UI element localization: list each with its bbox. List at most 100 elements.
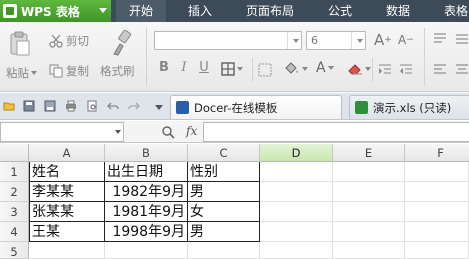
redo-icon[interactable] (128, 100, 140, 112)
bold-button[interactable]: B (158, 60, 170, 76)
cell-b3[interactable]: 1981年9月 (105, 202, 188, 222)
cell-a5[interactable] (29, 242, 105, 259)
insert-function-button[interactable]: fx (186, 124, 197, 138)
column-header-f[interactable]: F (405, 144, 469, 162)
cell-e2[interactable] (333, 182, 405, 202)
cell-b1[interactable]: 出生日期 (105, 162, 188, 182)
cell-c2[interactable]: 男 (188, 182, 260, 202)
outdent-icon[interactable] (399, 63, 413, 77)
merge-cells-icon[interactable] (258, 63, 272, 77)
align-middle-icon[interactable] (455, 32, 469, 46)
save-icon[interactable] (23, 100, 35, 112)
copy-button[interactable]: 复制 (49, 63, 89, 79)
doc-tab-label: 演示.xls (只读) (373, 100, 452, 115)
align-top-icon[interactable] (433, 32, 447, 46)
spreadsheet-icon (355, 101, 368, 114)
tab-insert[interactable]: 插入 (178, 0, 222, 22)
cell-b5[interactable] (105, 242, 188, 259)
italic-button[interactable]: I (178, 60, 190, 76)
font-name-dropdown[interactable] (287, 32, 301, 49)
cell-c5[interactable] (188, 242, 260, 259)
font-size-dropdown[interactable] (351, 32, 365, 49)
cell-c3[interactable]: 女 (188, 202, 260, 222)
indent-icon[interactable] (378, 63, 392, 77)
paste-button[interactable]: 粘贴 (6, 65, 37, 81)
font-color-button[interactable]: A (316, 60, 334, 76)
cell-d1[interactable] (260, 162, 333, 182)
align-left-icon[interactable] (433, 63, 447, 77)
paste-icon[interactable] (9, 31, 31, 57)
doc-tab-xls[interactable]: 演示.xls (只读) (349, 95, 469, 119)
cell-e4[interactable] (333, 222, 405, 242)
cell-d4[interactable] (260, 222, 333, 242)
cell-f3[interactable] (405, 202, 469, 222)
borders-button[interactable] (221, 62, 243, 76)
cell-d5[interactable] (260, 242, 333, 259)
cell-a2[interactable]: 李某某 (29, 182, 105, 202)
cell-e5[interactable] (333, 242, 405, 259)
cell-e1[interactable] (333, 162, 405, 182)
clear-format-button[interactable] (347, 62, 371, 76)
column-header-a[interactable]: A (29, 144, 105, 162)
format-painter-button[interactable]: 格式刷 (100, 63, 135, 79)
cut-label: 剪切 (66, 34, 89, 48)
tab-page-layout[interactable]: 页面布局 (237, 0, 303, 22)
cell-f2[interactable] (405, 182, 469, 202)
fill-color-button[interactable] (284, 62, 308, 76)
eraser-icon (348, 64, 362, 75)
formula-input[interactable] (203, 122, 469, 142)
menu-bar: WPS 表格 开始 插入 页面布局 公式 数据 表格 (0, 0, 469, 22)
undo-icon[interactable] (107, 100, 119, 112)
zoom-function-icon[interactable] (161, 125, 175, 139)
tab-data[interactable]: 数据 (376, 0, 420, 22)
cell-b2[interactable]: 1982年9月 (105, 182, 188, 202)
tab-formulas[interactable]: 公式 (318, 0, 362, 22)
app-menu-button[interactable]: WPS 表格 (0, 0, 111, 22)
increase-font-button[interactable]: A + (374, 31, 392, 49)
column-header-b[interactable]: B (105, 144, 188, 162)
save-as-icon[interactable] (44, 100, 56, 112)
cell-f1[interactable] (405, 162, 469, 182)
row-header-1[interactable]: 1 (0, 162, 29, 182)
column-header-e[interactable]: E (333, 144, 405, 162)
cell-d3[interactable] (260, 202, 333, 222)
doc-tab-docer[interactable]: Docer-在线模板 (170, 95, 342, 119)
formula-bar: fx (0, 121, 469, 143)
row-header-5[interactable]: 5 (0, 242, 29, 259)
row-header-2[interactable]: 2 (0, 182, 29, 202)
chevron-down-icon (99, 8, 107, 13)
cell-f4[interactable] (405, 222, 469, 242)
row-header-3[interactable]: 3 (0, 202, 29, 222)
row-header-4[interactable]: 4 (0, 222, 29, 242)
print-preview-icon[interactable] (86, 100, 98, 112)
cell-a3[interactable]: 张某某 (29, 202, 105, 222)
cell-a4[interactable]: 王某 (29, 222, 105, 242)
cell-a1[interactable]: 姓名 (29, 162, 105, 182)
font-size-select[interactable]: 6 (306, 31, 366, 50)
cut-button[interactable]: 剪切 (49, 33, 89, 49)
chevron-down-icon[interactable] (155, 105, 163, 110)
cell-e3[interactable] (333, 202, 405, 222)
tab-table[interactable]: 表格 (434, 0, 469, 22)
name-box-dropdown[interactable] (111, 123, 123, 141)
format-painter-icon[interactable] (110, 30, 132, 56)
spreadsheet-grid[interactable]: A B C D E F 1 2 3 4 5 姓名 出生日期 性别 李某某 198… (0, 144, 469, 259)
column-header-c[interactable]: C (188, 144, 260, 162)
align-center-icon[interactable] (455, 63, 469, 77)
font-color-icon: A (316, 60, 326, 76)
tab-home[interactable]: 开始 (116, 0, 166, 22)
decrease-font-button[interactable]: A − (398, 33, 414, 47)
scissors-icon (49, 34, 63, 48)
font-name-select[interactable] (154, 31, 302, 50)
cell-c4[interactable]: 男 (188, 222, 260, 242)
underline-button[interactable]: U (198, 60, 210, 76)
name-box[interactable] (0, 122, 124, 142)
cell-c1[interactable]: 性别 (188, 162, 260, 182)
cell-d2[interactable] (260, 182, 333, 202)
open-folder-icon[interactable] (3, 100, 15, 112)
cell-b4[interactable]: 1998年9月 (105, 222, 188, 242)
select-all-corner[interactable] (0, 144, 29, 162)
print-icon[interactable] (65, 100, 77, 112)
cell-f5[interactable] (405, 242, 469, 259)
column-header-d[interactable]: D (260, 144, 333, 162)
